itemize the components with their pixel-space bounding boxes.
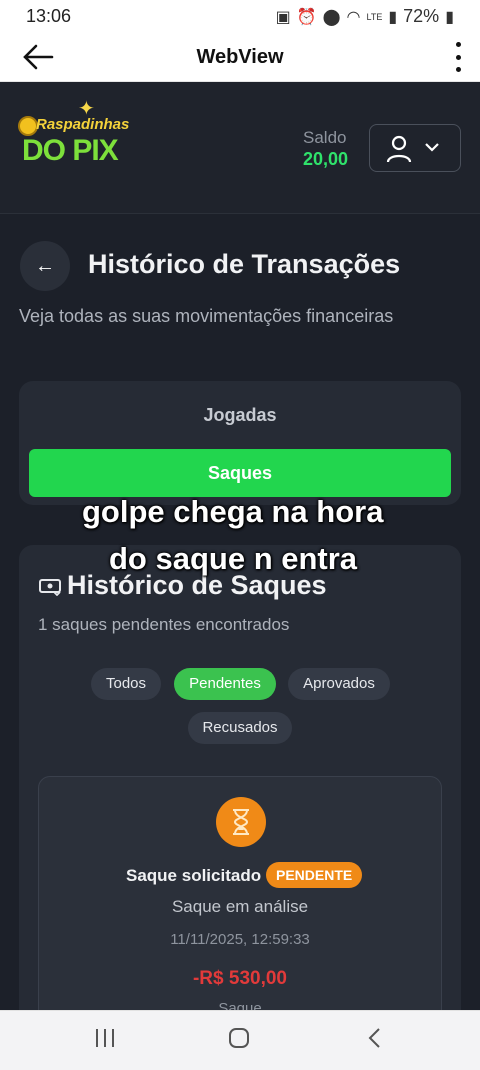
withdrawal-history-card: Histórico de Saques 1 saques pendentes e… — [19, 545, 461, 1070]
user-icon — [386, 135, 412, 163]
status-bar: 13:06 ▣ ⏰ ⬤ ◠ LTE ▮ 72% ▮ — [0, 0, 480, 34]
filter-todos[interactable]: Todos — [91, 668, 161, 700]
site-header: ✦ Raspadinhas DO PIX Saldo 20,00 — [0, 82, 480, 214]
overlay-caption-line1: golpe chega na hora — [82, 494, 384, 529]
more-options-icon[interactable] — [454, 42, 462, 72]
site-logo[interactable]: ✦ Raspadinhas DO PIX — [18, 98, 129, 170]
location-icon: ⬤ — [322, 8, 341, 26]
back-icon[interactable] — [364, 1027, 386, 1049]
filter-recusados[interactable]: Recusados — [188, 712, 292, 744]
alarm-icon: ⏰ — [296, 8, 317, 26]
tab-saques[interactable]: Saques — [29, 449, 451, 497]
transaction-status: Saque em análise — [171, 897, 309, 916]
filter-aprovados[interactable]: Aprovados — [288, 668, 390, 700]
balance-value: 20,00 — [303, 149, 349, 169]
app-bar-title: WebView — [196, 46, 284, 68]
notification-icon: ▣ — [275, 8, 291, 26]
status-icons: ▣ ⏰ ⬤ ◠ LTE ▮ 72% ▮ — [276, 6, 454, 27]
page-title: Histórico de Transações — [88, 249, 401, 279]
status-badge: PENDENTE — [266, 862, 363, 888]
recent-apps-icon[interactable] — [94, 1027, 116, 1049]
page-back-button[interactable]: ← — [20, 241, 70, 291]
tab-jogadas[interactable]: Jogadas — [19, 405, 461, 426]
page-subtitle: Veja todas as suas movimentações finance… — [19, 306, 394, 326]
system-nav-bar — [0, 1010, 480, 1070]
transaction-amount: -R$ 530,00 — [192, 968, 287, 989]
chevron-down-icon — [425, 143, 439, 152]
left-arrow-icon: ← — [35, 255, 55, 277]
network-type: LTE — [366, 11, 383, 22]
wifi-icon: ◠ — [346, 8, 361, 26]
tabs-card: Jogadas Saques — [19, 381, 461, 505]
balance-label: Saldo — [303, 128, 347, 147]
home-icon[interactable] — [228, 1027, 250, 1049]
battery-percent: 72% — [403, 6, 440, 26]
logo-text-bottom: DO PIX — [22, 134, 119, 167]
transaction-title: Saque solicitado — [126, 866, 262, 885]
logo-text-top: Raspadinhas — [36, 116, 130, 133]
user-menu-button[interactable] — [369, 124, 461, 172]
hourglass-icon — [216, 797, 266, 847]
overlay-caption-line2: do saque n entra — [109, 541, 358, 576]
battery-icon: ▮ — [445, 8, 454, 26]
app-bar: WebView — [0, 34, 480, 82]
status-time: 13:06 — [26, 6, 72, 26]
pending-count: 1 saques pendentes encontrados — [38, 615, 290, 634]
transaction-datetime: 11/11/2025, 12:59:33 — [170, 931, 310, 948]
filter-pendentes[interactable]: Pendentes — [174, 668, 276, 700]
coin-icon — [18, 116, 38, 136]
money-icon — [39, 579, 61, 596]
signal-icon: ▮ — [388, 8, 398, 26]
